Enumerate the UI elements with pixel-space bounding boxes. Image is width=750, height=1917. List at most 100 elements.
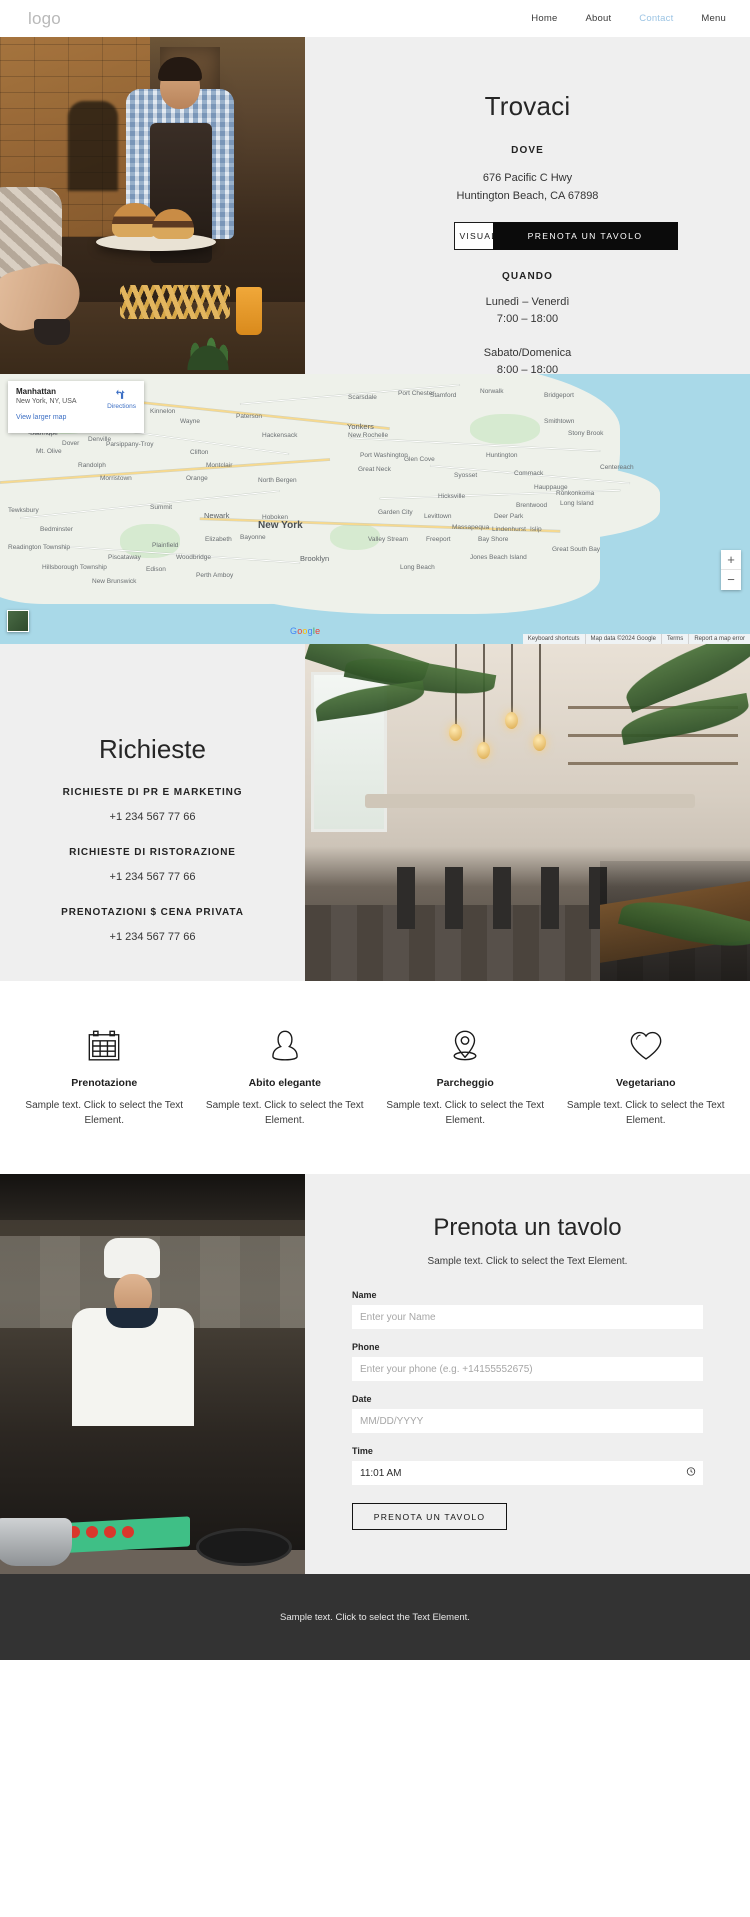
feature-parcheggio: Parcheggio Sample text. Click to select … [375,1021,556,1128]
map-place-label: Hackensack [262,432,298,439]
phone-input[interactable] [360,1363,695,1375]
map-place-label: North Bergen [258,477,297,484]
weekend-days: Sabato/Domenica [483,347,572,359]
map-place-label: Port Chester [398,390,435,397]
feature-title: Parcheggio [436,1077,494,1089]
map-report-error-link[interactable]: Report a map error [688,634,750,644]
map-place-label: Paterson [236,413,263,420]
map-place-label: Brentwood [516,502,548,509]
map-place-label: Long Island [560,500,594,507]
nav-item-home[interactable]: Home [531,13,557,24]
map-place-label: Norwalk [480,388,504,395]
name-input-wrap[interactable] [352,1305,703,1329]
feature-abito-elegante: Abito elegante Sample text. Click to sel… [195,1021,376,1128]
requests-title: Richieste [99,734,206,764]
map-place-label: Islip [530,526,542,533]
map-place-label: Yonkers [347,422,374,431]
map-place-label: New Brunswick [92,578,137,585]
feature-desc: Sample text. Click to select the Text El… [386,1100,545,1126]
nav-item-about[interactable]: About [585,13,611,24]
map-place-label: Valley Stream [368,536,408,543]
map-place-label: Massapequa [452,524,490,531]
feature-vegetariano: Vegetariano Sample text. Click to select… [556,1021,737,1128]
book-table-submit-button[interactable]: PRENOTA UN TAVOLO [352,1503,507,1530]
name-input[interactable] [360,1311,695,1323]
map-place-label: Port Washington [360,452,408,459]
site-footer: Sample text. Click to select the Text El… [0,1574,750,1660]
requests-label-private-dining: PRENOTAZIONI $ CENA PRIVATA [61,907,244,918]
map-place-label: Newark [204,511,230,520]
booking-title: Prenota un tavolo [433,1214,622,1241]
time-input[interactable] [360,1467,695,1479]
address-line-1: 676 Pacific C Hwy [482,172,573,184]
field-date: Date [352,1394,703,1433]
map-place-label: Denville [88,436,112,443]
field-label-time: Time [352,1446,373,1456]
map-location-card[interactable]: Manhattan New York, NY, USA View larger … [8,381,144,433]
booking-chef-photo [0,1174,305,1574]
map-zoom-controls[interactable]: + − [721,550,741,590]
requests-info-panel: Richieste RICHIESTE DI PR E MARKETING +1… [0,644,305,981]
map-place-label: Edison [146,566,166,573]
google-map-embed[interactable]: New York Newark Yonkers New Rochelle Paterso… [0,374,750,644]
page-title: Trovaci [484,91,571,121]
map-place-label: Montclair [206,462,233,469]
map-satellite-thumbnail[interactable] [7,610,29,632]
view-larger-map-link[interactable]: View larger map [16,414,136,421]
map-place-label: Piscataway [108,554,141,561]
map-place-label: Morristown [100,475,132,482]
map-place-label: Bay Shore [478,536,509,543]
map-place-label: Hoboken [262,514,289,521]
time-input-wrap[interactable] [352,1461,703,1485]
nav-item-contact[interactable]: Contact [639,13,673,24]
weekday-days: Lunedì – Venerdì [485,296,570,308]
nav-item-menu[interactable]: Menu [701,13,726,24]
feature-title: Prenotazione [71,1077,138,1089]
map-keyboard-shortcuts[interactable]: Keyboard shortcuts [523,634,585,644]
date-input-wrap[interactable] [352,1409,703,1433]
feature-desc: Sample text. Click to select the Text El… [205,1100,364,1126]
map-place-label: Clifton [190,449,209,456]
date-input[interactable] [360,1415,695,1427]
map-pin-icon [381,1021,550,1071]
map-zoom-out-button[interactable]: − [721,570,741,590]
field-phone: Phone [352,1342,703,1381]
map-place-label: New Rochelle [348,432,389,439]
feature-desc: Sample text. Click to select the Text El… [566,1100,725,1126]
map-zoom-in-button[interactable]: + [721,550,741,570]
directions-icon [116,389,125,399]
requests-section: Richieste RICHIESTE DI PR E MARKETING +1… [0,644,750,981]
when-label: QUANDO [501,271,554,282]
map-place-label: Long Beach [400,564,435,571]
map-place-label: Readington Township [8,544,71,551]
map-place-label: Hillsborough Township [42,564,107,571]
phone-input-wrap[interactable] [352,1357,703,1381]
address-block: 676 Pacific C Hwy Huntington Beach, CA 6… [305,169,750,205]
requests-interior-photo [305,644,750,981]
map-directions-button[interactable]: Directions [107,388,136,410]
map-place-label: Tewksbury [8,507,39,514]
map-place-label: New York [258,520,303,531]
features-section: Prenotazione Sample text. Click to selec… [0,981,750,1174]
page-root: logo Home About Contact Menu Trovaci DOV… [0,0,750,1660]
field-label-date: Date [352,1394,372,1404]
map-place-label: Bridgeport [544,392,574,399]
requests-phone-catering[interactable]: +1 234 567 77 66 [0,871,305,883]
map-place-label: Commack [514,470,544,477]
map-data-credit: Map data ©2024 Google [584,634,661,644]
map-place-label: Great Neck [358,466,391,473]
map-place-label: Deer Park [494,513,524,520]
map-place-label: Hicksville [438,493,466,500]
map-place-label: Jones Beach Island [470,554,527,561]
book-table-button-hero[interactable]: PRENOTA UN TAVOLO [492,222,678,250]
address-line-2: Huntington Beach, CA 67898 [456,190,599,202]
requests-phone-pr[interactable]: +1 234 567 77 66 [0,811,305,823]
clock-icon[interactable] [686,1467,696,1480]
map-place-label: Ronkonkoma [556,490,595,497]
map-place-label: Huntington [486,452,518,459]
field-time: Time [352,1446,703,1485]
field-label-name: Name [352,1290,377,1300]
map-terms-link[interactable]: Terms [660,634,688,644]
site-logo[interactable]: logo [28,9,61,29]
requests-phone-private-dining[interactable]: +1 234 567 77 66 [0,931,305,943]
